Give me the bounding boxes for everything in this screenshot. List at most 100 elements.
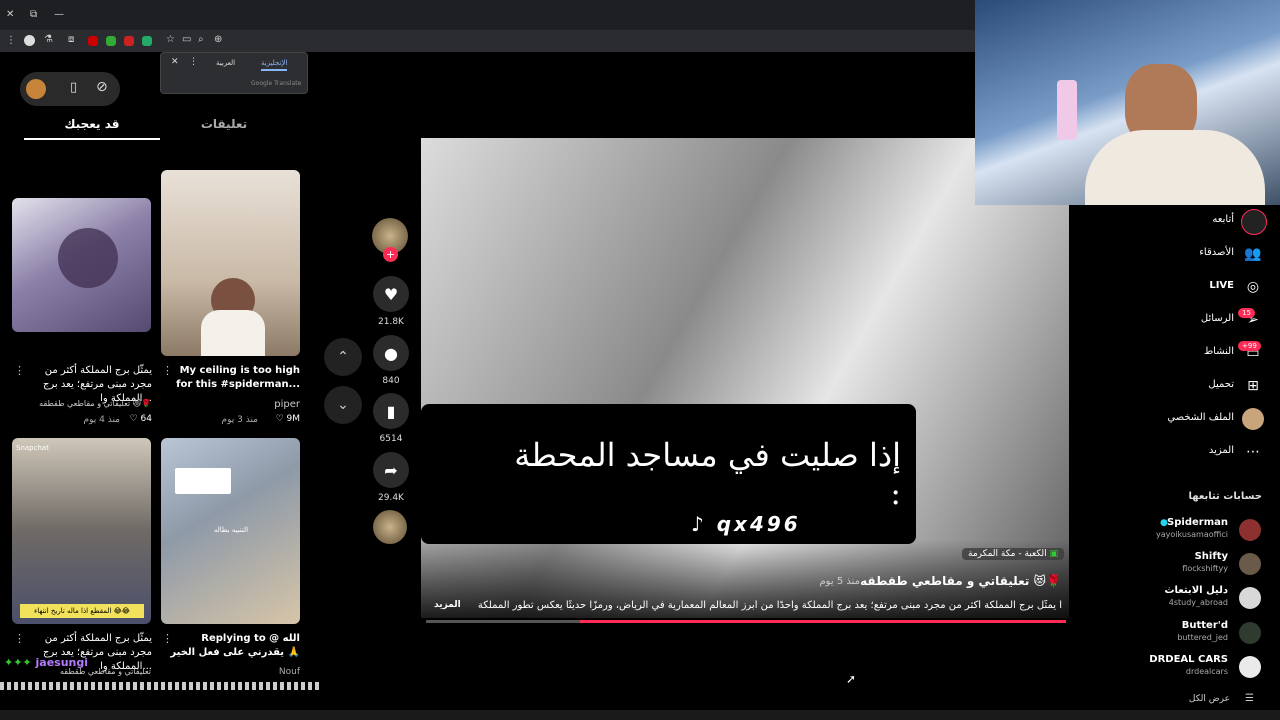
sound-disc[interactable] [373,510,407,544]
upload-icon[interactable]: ⊞ [1242,375,1264,397]
green-ext-icon[interactable] [106,36,116,46]
location-icon: ▣ [1049,549,1058,559]
video-watermark: ♪ qx496 [691,512,801,536]
shield-ext-icon[interactable] [142,36,152,46]
save-count: 6514 [379,434,403,444]
nav-friends[interactable]: الأصدقاء [1160,247,1234,258]
account-name[interactable]: Spiderman [1120,517,1228,528]
video-overlay-text: إذا صليت في مساجد المحطة : [514,436,901,512]
account-handle: yayoikusamaoffici [1156,530,1228,539]
like-count: ♡ 9M [275,414,300,424]
account-name[interactable]: DRDEAL CARS [1110,654,1228,665]
video-overlay-text: المقطع اذا ماله تاريخ انتهاء 😂😂 [20,604,144,618]
phone-icon[interactable]: ▯ [70,80,77,95]
follow-plus-icon[interactable]: + [383,247,398,262]
lang-english[interactable]: الإنجليزية [261,59,288,71]
account-name[interactable]: Shifty [1120,551,1228,562]
os-taskbar [0,710,1280,720]
search-icon[interactable]: ⌕ [198,34,204,45]
account-avatar[interactable] [1239,519,1261,541]
active-tab-indicator [24,138,160,140]
tab-you-may-like[interactable]: قد يعجبك [24,117,160,131]
comment-count: 840 [382,376,400,386]
video-author[interactable]: Nouf [161,667,300,677]
compass-icon[interactable]: ⊘ [96,79,108,95]
more-link[interactable]: المزيد [434,600,461,610]
following-icon[interactable] [1241,209,1267,235]
translate-icon[interactable]: ⊕ [214,34,222,45]
cast-icon[interactable]: ▭ [182,34,191,45]
account-avatar[interactable] [1239,656,1261,678]
video-progress-bar[interactable] [426,620,1066,623]
video-caption[interactable]: Replying to @ الله يقدرني على فعل الخير … [166,632,300,660]
video-thumbnail[interactable]: التنبيه بطاله [161,438,300,624]
youtube-ext-icon[interactable] [88,36,98,46]
more-icon[interactable]: ⋯ [1242,441,1264,463]
minimize-window-button[interactable]: — [54,9,64,20]
account-avatar[interactable] [1239,587,1261,609]
video-time: منذ 3 يوم [221,415,258,425]
translate-menu-icon[interactable]: ⋮ [189,57,198,67]
chevron-up-icon: ⌃ [337,349,349,365]
puzzle-icon[interactable]: ⧈ [68,34,74,45]
nav-following[interactable]: أتابعه [1160,214,1234,225]
profile-icon[interactable] [24,35,35,46]
video-author[interactable]: piper [161,399,300,410]
video-author[interactable]: تعليقاتي و مقاطعي طقطقه 😻🌹 [12,399,151,408]
close-icon[interactable]: ✕ [171,57,179,67]
save-button[interactable]: ▮ [373,393,409,429]
share-button[interactable]: ➦ [373,452,409,488]
snapchat-label: Snapchat [16,444,49,452]
bookmark-icon: ▮ [386,401,396,421]
account-name[interactable]: دليل الابتعاث [1120,585,1228,596]
more-options-icon[interactable]: ⋮ [14,364,25,377]
nav-upload[interactable]: تحميل [1160,379,1234,390]
next-video-button[interactable]: ⌄ [324,386,362,424]
more-options-icon[interactable]: ⋮ [14,632,25,645]
nav-activity[interactable]: النشاط [1160,346,1234,357]
video-overlay-box: إذا صليت في مساجد المحطة : ♪ qx496 [421,404,916,544]
close-window-button[interactable]: ✕ [6,9,14,20]
nav-live[interactable]: LIVE [1160,280,1234,291]
previous-video-button[interactable]: ⌃ [324,338,362,376]
pin-ext-icon[interactable] [124,36,134,46]
list-icon[interactable]: ☰ [1245,693,1254,704]
heart-icon: ♥ [383,284,399,304]
star-icon[interactable]: ☆ [166,34,175,45]
video-thumbnail[interactable] [12,198,151,332]
tab-comments[interactable]: تعليقات [190,117,258,131]
video-overlay-text: التنبيه بطاله [213,526,249,534]
share-count: 29.4K [378,493,404,503]
nav-more[interactable]: المزيد [1160,445,1234,456]
account-name[interactable]: Butter'd [1120,620,1228,631]
webcam-feed [975,0,1280,205]
comment-button[interactable]: ● [373,335,409,371]
nav-messages[interactable]: الرسائل [1160,313,1234,324]
video-caption[interactable]: My ceiling is too high for this #spiderm… [170,364,300,392]
profile-avatar[interactable] [1242,408,1264,430]
video-thumbnail[interactable] [161,170,300,356]
messages-badge: 15 [1238,308,1255,318]
live-icon[interactable]: ◎ [1242,276,1264,298]
more-options-icon[interactable]: ⋮ [162,632,173,645]
account-avatar[interactable] [1239,622,1261,644]
more-options-icon[interactable]: ⋮ [162,364,173,377]
account-handle: 4study_abroad [1168,598,1228,607]
friends-icon[interactable]: 👥 [1242,243,1264,265]
nav-profile[interactable]: الملف الشخصي [1150,412,1234,423]
like-count: ♡ 64 [129,414,152,424]
restore-window-button[interactable]: ⧉ [30,9,37,20]
like-button[interactable]: ♥ [373,276,409,312]
video-thumbnail[interactable]: Snapchat المقطع اذا ماله تاريخ انتهاء 😂😂 [12,438,151,624]
account-avatar[interactable] [1239,553,1261,575]
avatar[interactable] [26,79,46,99]
account-handle: flockshiftyy [1182,564,1228,573]
menu-icon[interactable]: ⋮ [6,35,16,46]
tiktok-icon: ♪ [691,512,707,536]
location-tag[interactable]: الكعبة - مكة المكرمة ▣ [962,548,1064,560]
see-all-link[interactable]: عرض الكل [1150,694,1230,704]
account-handle: drdealcars [1185,667,1228,676]
following-accounts-title: حسابات تتابعها [1188,491,1262,502]
extension-icon[interactable]: ⚗ [44,34,53,45]
lang-arabic[interactable]: العربية [216,59,235,67]
